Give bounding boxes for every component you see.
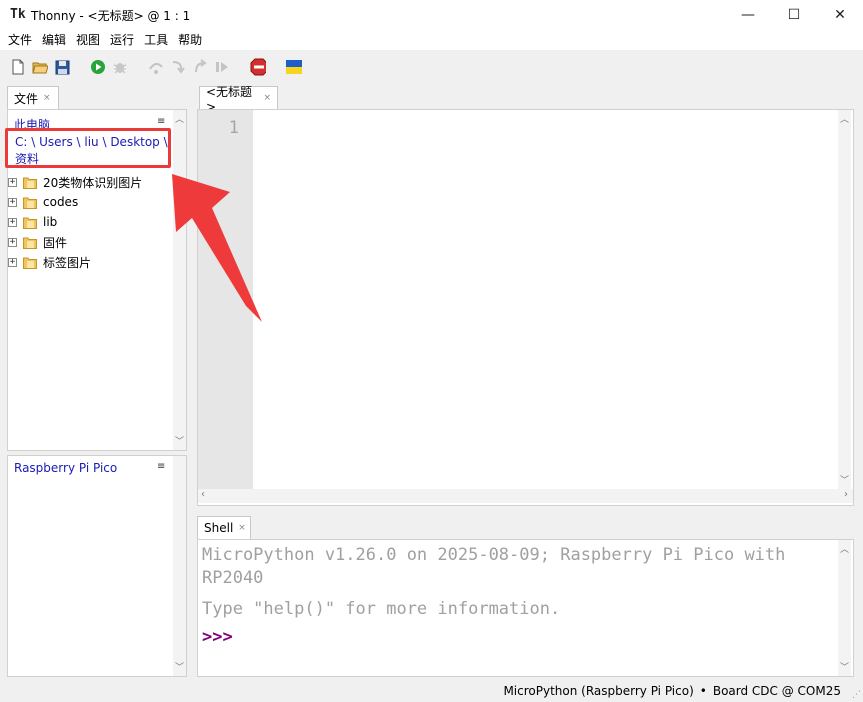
menu-file[interactable]: 文件 bbox=[3, 30, 37, 50]
files-panel-device bbox=[7, 455, 187, 677]
tab-untitled[interactable]: <无标题> × bbox=[199, 85, 278, 114]
expand-icon[interactable]: + bbox=[8, 257, 17, 267]
menu-run[interactable]: 运行 bbox=[105, 30, 139, 50]
step-out-icon[interactable] bbox=[192, 59, 208, 75]
expand-icon[interactable]: + bbox=[8, 177, 17, 187]
line-number: 1 bbox=[228, 118, 239, 138]
device-title[interactable]: Raspberry Pi Pico bbox=[14, 461, 117, 475]
step-into-icon[interactable] bbox=[170, 59, 186, 75]
line-number-gutter: 1 bbox=[198, 110, 253, 489]
folder-icon bbox=[23, 177, 37, 189]
tree-item-label: 20类物体识别图片 bbox=[43, 175, 143, 190]
shell-output-line: Type "help()" for more information. bbox=[202, 599, 561, 619]
tab-close-icon[interactable]: × bbox=[43, 93, 51, 103]
toolbar bbox=[0, 50, 863, 84]
close-button[interactable]: ✕ bbox=[817, 0, 863, 30]
tab-shell[interactable]: Shell × bbox=[197, 516, 251, 539]
menu-view[interactable]: 视图 bbox=[71, 30, 105, 50]
menu-edit[interactable]: 编辑 bbox=[37, 30, 71, 50]
editor-vscrollbar[interactable]: ︿ ﹀ bbox=[838, 110, 851, 489]
tab-files[interactable]: 文件 × bbox=[7, 86, 59, 109]
code-area[interactable] bbox=[253, 110, 838, 489]
menu-bar: 文件 编辑 视图 运行 工具 帮助 bbox=[0, 30, 863, 50]
resize-grip-icon[interactable]: ⋰ bbox=[852, 690, 861, 700]
stop-icon[interactable] bbox=[250, 58, 266, 76]
new-file-icon[interactable] bbox=[10, 59, 26, 75]
scroll-down-icon[interactable]: ﹀ bbox=[173, 660, 186, 673]
ukraine-flag-icon[interactable] bbox=[286, 59, 302, 75]
save-icon[interactable] bbox=[54, 59, 70, 75]
folder-icon bbox=[23, 217, 37, 229]
resume-icon[interactable] bbox=[214, 59, 230, 75]
tree-item-label: lib bbox=[43, 215, 58, 229]
shell-output-line: MicroPython v1.26.0 on 2025-08-09; Raspb… bbox=[202, 545, 786, 565]
scroll-left-icon[interactable]: ‹ bbox=[201, 489, 205, 500]
thonny-logo-icon: Tk bbox=[10, 7, 26, 22]
menu-help[interactable]: 帮助 bbox=[173, 30, 207, 50]
window-title: Thonny - <无标题> @ 1 : 1 bbox=[31, 8, 191, 23]
current-path[interactable]: C: \ Users \ liu \ Desktop \ 资料 bbox=[15, 134, 170, 168]
editor-hscrollbar[interactable]: ‹ › bbox=[198, 489, 853, 503]
debug-icon[interactable] bbox=[112, 59, 128, 75]
status-bar: MicroPython (Raspberry Pi Pico) • Board … bbox=[0, 680, 863, 702]
open-file-icon[interactable] bbox=[32, 59, 48, 75]
title-bar: Tk Thonny - <无标题> @ 1 : 1 — ☐ ✕ bbox=[0, 0, 863, 30]
scroll-down-icon[interactable]: ﹀ bbox=[838, 660, 851, 673]
tree-item-label: codes bbox=[43, 195, 79, 209]
maximize-button[interactable]: ☐ bbox=[771, 0, 817, 30]
expand-icon[interactable]: + bbox=[8, 197, 17, 207]
tab-shell-label: Shell bbox=[204, 521, 234, 535]
device-panel-menu-icon[interactable]: ≡ bbox=[157, 461, 165, 472]
device-scrollbar[interactable]: ﹀ bbox=[173, 456, 186, 676]
scroll-up-icon[interactable]: ︿ bbox=[838, 112, 851, 125]
shell-output-line: RP2040 bbox=[202, 568, 264, 588]
tab-files-label: 文件 bbox=[14, 91, 39, 106]
expand-icon[interactable]: + bbox=[8, 217, 17, 227]
window-controls: — ☐ ✕ bbox=[725, 0, 863, 30]
panel-menu-icon[interactable]: ≡ bbox=[157, 116, 165, 127]
tree-item-label: 标签图片 bbox=[43, 255, 92, 270]
interpreter-status[interactable]: MicroPython (Raspberry Pi Pico) bbox=[503, 684, 693, 698]
folder-icon bbox=[23, 237, 37, 249]
tab-close-icon[interactable]: × bbox=[238, 523, 246, 533]
scroll-down-icon[interactable]: ﹀ bbox=[173, 434, 186, 447]
tree-item[interactable]: + 固件 bbox=[8, 232, 67, 252]
tree-item[interactable]: + 20类物体识别图片 bbox=[8, 172, 142, 192]
tree-item[interactable]: + 标签图片 bbox=[8, 252, 91, 272]
expand-icon[interactable]: + bbox=[8, 237, 17, 247]
port-status[interactable]: Board CDC @ COM25 bbox=[713, 684, 841, 698]
path-highlight-box: C: \ Users \ liu \ Desktop \ 资料 bbox=[5, 128, 171, 168]
shell-scrollbar[interactable]: ︿ ﹀ bbox=[838, 540, 851, 676]
tree-item[interactable]: + codes bbox=[8, 192, 78, 212]
folder-icon bbox=[23, 197, 37, 209]
step-over-icon[interactable] bbox=[148, 59, 164, 75]
shell-prompt[interactable]: >>> bbox=[202, 627, 233, 647]
scroll-up-icon[interactable]: ︿ bbox=[838, 542, 851, 555]
scroll-up-icon[interactable]: ︿ bbox=[173, 112, 186, 125]
menu-tools[interactable]: 工具 bbox=[139, 30, 173, 50]
minimize-button[interactable]: — bbox=[725, 0, 771, 30]
tree-item-label: 固件 bbox=[43, 235, 68, 250]
folder-icon bbox=[23, 257, 37, 269]
run-icon[interactable] bbox=[90, 59, 106, 75]
scroll-right-icon[interactable]: › bbox=[844, 489, 848, 500]
scroll-down-icon[interactable]: ﹀ bbox=[838, 473, 851, 486]
files-scrollbar[interactable]: ︿ ﹀ bbox=[173, 110, 186, 450]
tab-close-icon[interactable]: × bbox=[263, 93, 271, 103]
status-separator: • bbox=[699, 684, 707, 698]
tree-item[interactable]: + lib bbox=[8, 212, 57, 232]
